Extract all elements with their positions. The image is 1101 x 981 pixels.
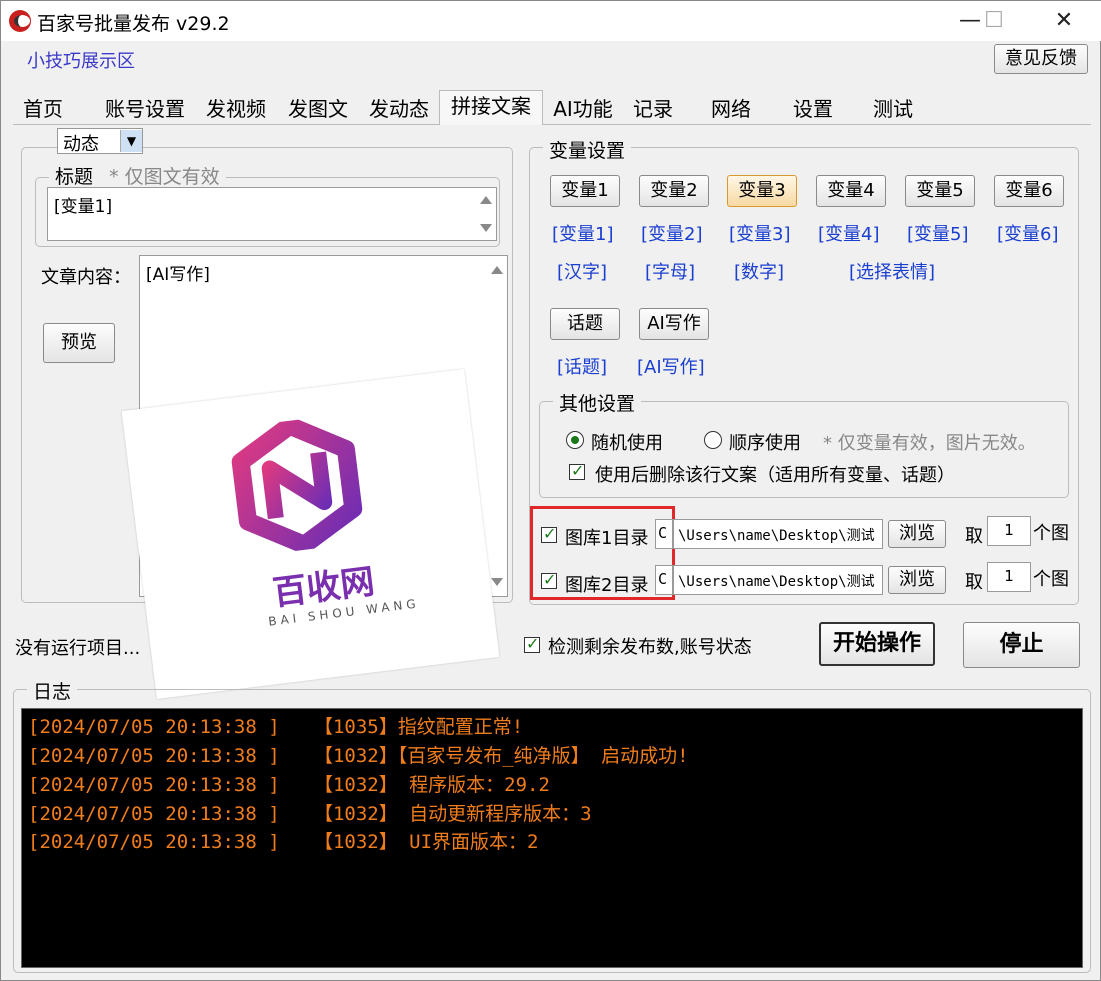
digit-link[interactable]: [数字] — [734, 258, 784, 284]
gallery1-checkbox[interactable] — [541, 524, 557, 543]
other-settings-title: 其他设置 — [553, 389, 642, 416]
chevron-down-icon[interactable]: ▼ — [120, 130, 142, 152]
tips-link[interactable]: 小技巧展示区 — [27, 47, 135, 73]
var4-link[interactable]: [变量4] — [818, 220, 880, 246]
type-select-value: 动态 — [63, 134, 99, 155]
gallery2-unit-label: 个图 — [1033, 569, 1069, 590]
tab-test[interactable]: 测试 — [865, 94, 921, 125]
chinese-link[interactable]: [汉字] — [557, 258, 607, 284]
gallery2-checkbox[interactable] — [541, 570, 557, 589]
var1-button[interactable]: 变量1 — [550, 175, 620, 207]
title-bar: 百家号批量发布 v29.2 — ☐ ✕ — [1, 1, 1101, 41]
sequential-label: 顺序使用 — [729, 433, 801, 454]
start-button[interactable]: 开始操作 — [819, 622, 935, 666]
ai-writing-button[interactable]: AI写作 — [639, 308, 709, 340]
emoji-link[interactable]: [选择表情] — [849, 258, 935, 284]
topic-link[interactable]: [话题] — [557, 353, 607, 379]
delete-after-label: 使用后删除该行文案（适用所有变量、话题） — [595, 465, 955, 486]
gallery1-take-label: 取 — [965, 526, 983, 547]
random-radio[interactable] — [566, 431, 584, 449]
stop-button[interactable]: 停止 — [963, 622, 1080, 668]
var3-button[interactable]: 变量3 — [727, 175, 797, 207]
main-window: 百家号批量发布 v29.2 — ☐ ✕ 小技巧展示区 意见反馈 首页 账号设置 … — [0, 0, 1101, 981]
tab-post-video[interactable]: 发视频 — [199, 94, 273, 125]
log-console[interactable]: [2024/07/05 20:13:38 ] 【1035】指纹配置正常! [20… — [21, 708, 1083, 968]
var6-link[interactable]: [变量6] — [997, 220, 1059, 246]
tab-records[interactable]: 记录 — [625, 94, 681, 125]
other-note: * 仅变量有效，图片无效。 — [823, 433, 1036, 454]
var6-button[interactable]: 变量6 — [994, 175, 1064, 207]
title-group-label: 标题 * 仅图文有效 — [49, 162, 226, 189]
scroll-up-icon[interactable] — [480, 196, 492, 204]
title-input-value: [变量1] — [54, 197, 113, 217]
var1-link[interactable]: [变量1] — [552, 220, 614, 246]
gallery1-path-input[interactable]: \Users\name\Desktop\测试 — [673, 519, 883, 549]
gallery1-unit-label: 个图 — [1033, 523, 1069, 544]
content-label: 文章内容： — [41, 267, 131, 288]
gallery2-browse-button[interactable]: 浏览 — [888, 566, 946, 594]
tab-home[interactable]: 首页 — [13, 94, 73, 125]
check-remaining-label: 检测剩余发布数,账号状态 — [548, 637, 752, 658]
scroll-up-icon[interactable] — [491, 266, 503, 274]
check-remaining-checkbox[interactable] — [524, 634, 540, 653]
var3-link[interactable]: [变量3] — [729, 220, 791, 246]
logo-icon — [231, 416, 363, 554]
vars-group-title: 变量设置 — [543, 136, 632, 163]
log-line: [2024/07/05 20:13:38 ] 【1032】 自动更新程序版本：3 — [28, 803, 592, 825]
app-icon — [9, 10, 31, 32]
gallery1-count-input[interactable]: 1 — [987, 516, 1031, 546]
ai-writing-link[interactable]: [AI写作] — [637, 353, 705, 379]
sequential-radio[interactable] — [704, 431, 722, 449]
letter-link[interactable]: [字母] — [645, 258, 695, 284]
log-line: [2024/07/05 20:13:38 ] 【1032】【百家号发布_纯净版】… — [28, 745, 689, 767]
var4-button[interactable]: 变量4 — [816, 175, 886, 207]
feedback-button[interactable]: 意见反馈 — [994, 44, 1088, 74]
gallery1-drive[interactable]: C — [655, 519, 673, 549]
log-title: 日志 — [27, 677, 78, 704]
content-value: [AI写作] — [146, 265, 210, 285]
gallery2-count-input[interactable]: 1 — [987, 562, 1031, 592]
title-note: * 仅图文有效 — [109, 166, 220, 188]
delete-after-checkbox[interactable] — [569, 461, 585, 480]
gallery2-path-input[interactable]: \Users\name\Desktop\测试 — [673, 565, 883, 595]
maximize-button[interactable]: ☐ — [971, 5, 1017, 37]
window-title: 百家号批量发布 v29.2 — [37, 13, 230, 35]
log-line: [2024/07/05 20:13:38 ] 【1035】指纹配置正常! — [28, 716, 524, 738]
tab-post-article[interactable]: 发图文 — [281, 94, 355, 125]
tab-network[interactable]: 网络 — [703, 94, 759, 125]
tab-ai[interactable]: AI功能 — [547, 94, 619, 125]
scroll-down-icon[interactable] — [480, 224, 492, 232]
scroll-down-icon[interactable] — [491, 578, 503, 586]
var5-link[interactable]: [变量5] — [907, 220, 969, 246]
preview-button[interactable]: 预览 — [43, 323, 115, 363]
gallery2-label: 图库2目录 — [565, 575, 649, 596]
close-button[interactable]: ✕ — [1041, 5, 1087, 37]
title-label: 标题 — [55, 166, 94, 188]
log-line: [2024/07/05 20:13:38 ] 【1032】 UI界面版本：2 — [28, 831, 539, 853]
tab-account-settings[interactable]: 账号设置 — [95, 94, 195, 125]
gallery2-drive[interactable]: C — [655, 565, 673, 595]
tab-settings[interactable]: 设置 — [785, 94, 841, 125]
gallery1-browse-button[interactable]: 浏览 — [888, 520, 946, 548]
random-label: 随机使用 — [591, 433, 663, 454]
var2-button[interactable]: 变量2 — [639, 175, 709, 207]
var2-link[interactable]: [变量2] — [641, 220, 703, 246]
title-input[interactable]: [变量1] — [47, 187, 497, 241]
gallery1-label: 图库1目录 — [565, 528, 649, 549]
type-select[interactable]: 动态 ▼ — [57, 128, 143, 155]
tab-splice-copy[interactable]: 拼接文案 — [439, 90, 543, 125]
gallery2-take-label: 取 — [965, 572, 983, 593]
log-line: [2024/07/05 20:13:38 ] 【1032】 程序版本：29.2 — [28, 774, 550, 796]
watermark-card: 百收网 BAI SHOU WANG — [121, 369, 500, 699]
status-text: 没有运行项目... — [15, 638, 141, 659]
tab-post-moment[interactable]: 发动态 — [361, 94, 437, 125]
topic-button[interactable]: 话题 — [550, 308, 620, 340]
var5-button[interactable]: 变量5 — [905, 175, 975, 207]
